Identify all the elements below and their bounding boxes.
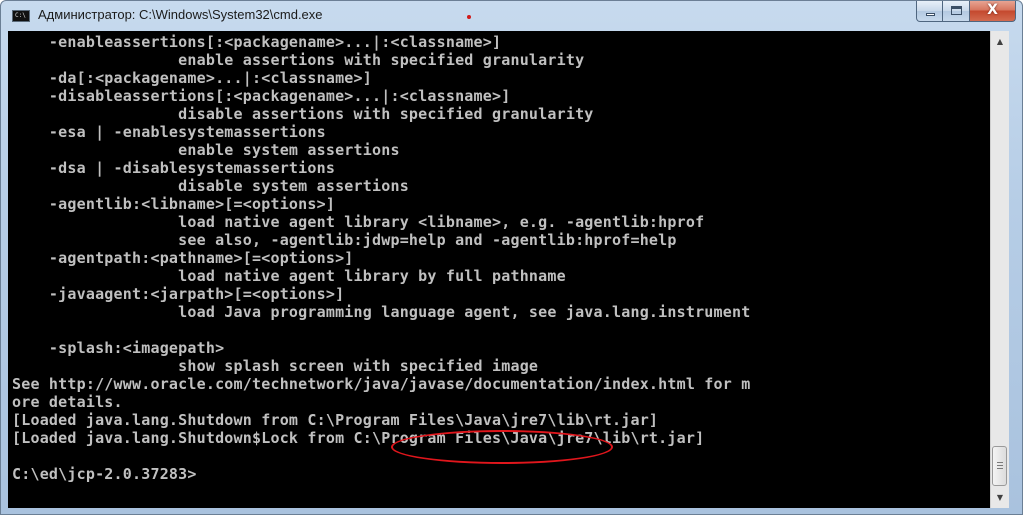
console-line: load Java programming language agent, se… — [12, 303, 751, 321]
thumb-grip-line — [997, 465, 1003, 466]
console-line: show splash screen with specified image — [12, 357, 539, 375]
minimize-button[interactable] — [916, 1, 943, 22]
console-line: see also, -agentlib:jdwp=help and -agent… — [12, 231, 677, 249]
console-line: -disableassertions[:<packagename>...|:<c… — [12, 87, 511, 105]
console-line: -splash:<imagepath> — [12, 339, 225, 357]
window-title: Администратор: C:\Windows\System32\cmd.e… — [38, 7, 323, 22]
console-line: -javaagent:<jarpath>[=<options>] — [12, 285, 345, 303]
close-icon: X — [987, 2, 998, 18]
console-line: -esa | -enablesystemassertions — [12, 123, 326, 141]
console-line: -agentpath:<pathname>[=<options>] — [12, 249, 354, 267]
thumb-grip-line — [997, 462, 1003, 463]
cmd-window: C:\ Администратор: C:\Windows\System32\c… — [0, 0, 1023, 515]
scroll-up-arrow-icon[interactable]: ▲ — [991, 33, 1009, 50]
console-line: -dsa | -disablesystemassertions — [12, 159, 336, 177]
console-line: -da[:<packagename>...|:<classname>] — [12, 69, 372, 87]
caption-buttons: X — [916, 1, 1016, 23]
minimize-icon — [926, 13, 935, 16]
console-line: -agentlib:<libname>[=<options>] — [12, 195, 336, 213]
console-output[interactable]: -enableassertions[:<packagename>...|:<cl… — [8, 31, 990, 508]
console-line: load native agent library <libname>, e.g… — [12, 213, 705, 231]
console-line: enable assertions with specified granula… — [12, 51, 585, 69]
console-line: load native agent library by full pathna… — [12, 267, 566, 285]
console-line: [Loaded java.lang.Shutdown$Lock from C:\… — [12, 429, 705, 447]
console-line: -enableassertions[:<packagename>...|:<cl… — [12, 33, 502, 51]
scroll-down-arrow-icon[interactable]: ▼ — [991, 489, 1009, 506]
maximize-icon — [951, 6, 962, 15]
vertical-scrollbar[interactable]: ▲ ▼ — [990, 31, 1009, 508]
console-line: enable system assertions — [12, 141, 400, 159]
title-bar[interactable]: C:\ Администратор: C:\Windows\System32\c… — [1, 1, 1022, 31]
console-line: C:\ed\jcp-2.0.37283> — [12, 465, 197, 483]
console-line: disable system assertions — [12, 177, 409, 195]
cmd-icon[interactable]: C:\ — [12, 10, 30, 22]
console-line: See http://www.oracle.com/technetwork/ja… — [12, 375, 751, 393]
console-line: disable assertions with specified granul… — [12, 105, 594, 123]
maximize-button[interactable] — [943, 1, 970, 22]
console-line: [Loaded java.lang.Shutdown from C:\Progr… — [12, 411, 659, 429]
close-button[interactable]: X — [970, 1, 1016, 22]
thumb-grip-line — [997, 468, 1003, 469]
scroll-thumb[interactable] — [992, 446, 1007, 486]
red-dot-mark — [467, 15, 471, 19]
console-line: ore details. — [12, 393, 123, 411]
